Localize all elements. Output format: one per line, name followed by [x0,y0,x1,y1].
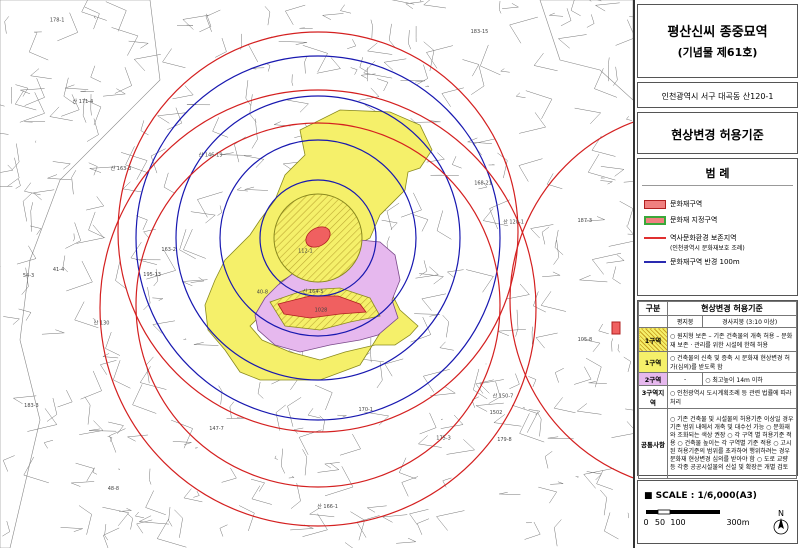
scale-tick-50: 50 [655,518,665,527]
scale-tick-0: 0 [643,518,648,527]
criteria-row-zone1-hatched: 1구역 ○ 원지형 보존 – 기존 건축물의 개축 허용 – 문화재 보존 · … [638,327,797,352]
scale-label: ■ SCALE : 1/6,000(A3) [644,491,757,501]
legend-panel: 평산신씨 종중묘역 (기념물 제61호) 인천광역시 서구 대곡동 산120-1… [633,0,800,548]
parcel-label: 산 163-3 [111,165,132,172]
parcel-label: 183-3 [24,403,39,409]
legend-heading: 범 례 [705,167,730,180]
scale-box: ■ SCALE : 1/6,000(A3) 0 50 100 300m N [637,480,798,544]
parcel-label: 산 164-5 [303,288,324,295]
legend-item-historic-zone: 역사문화환경 보존지역 [644,233,737,243]
parcel-label: 168-21 [474,181,492,187]
cadastral-map: 산 166-1 산 163-3 147-7 1028 산 164-5 산 130 산 120… [0,0,800,552]
parcel-label: 195-13 [143,272,161,278]
designated-area-swatch [644,215,666,225]
address: 인천광역시 서구 대곡동 산120-1 [661,92,774,101]
parcel-label: 산 150-7 [493,392,514,399]
parcel-label: 187-3 [577,218,592,224]
title-line1: 평산신씨 종중묘역 [667,25,768,40]
heritage-area-marker [611,321,621,335]
parcel-label: 179-8 [497,437,512,443]
heritage-area-swatch [644,199,666,209]
criteria-row-zone3: 3구역지역 ○ 인천광역시 도시계획조례 등 관련 법률에 따라 처리 [638,385,797,409]
title-line2: (기념물 제61호) [677,46,758,59]
scale-tick-300: 300m [726,518,749,527]
legend-item-heritage-area: 문화재구역 [644,199,702,209]
parcel-label: 170-1 [358,407,373,413]
parcel-label: 1028 [315,307,328,313]
legend-item-historic-zone-note: (인천광역시 문화재보호 조례) [670,245,745,252]
subtitle: 현상변경 허용기준 [671,128,764,142]
scale-seg-2 [657,509,671,515]
parcel-label: 산 120-1 [503,218,524,225]
svg-text:N: N [778,509,784,518]
scale-tick-100: 100 [670,518,685,527]
criteria-table: 구분 현상변경 허용기준 평지붕 경사지붕 (3:10 이상) 1구역 ○ 원지… [638,301,797,479]
map-canvas[interactable]: 산 166-1 산 163-3 147-7 1028 산 164-5 산 130 산 120… [0,0,800,552]
north-arrow-icon: N [773,509,789,535]
parcel-label: 175-3 [436,436,451,442]
parcel-label: 산 166-1 [317,503,338,510]
parcel-label: 178-1 [50,17,65,23]
parcel-label: 105-8 [578,337,593,343]
parcel-label: 산 146-19 [199,152,223,159]
parcel-label: 147-7 [209,426,224,432]
parcel-label: 163-2 [161,247,176,253]
parcel-label: 48-8 [108,486,119,492]
map-sheet: 산 166-1 산 163-3 147-7 1028 산 164-5 산 130 산 120… [0,0,800,552]
parcel-label: 41-4 [53,267,64,273]
criteria-header-right: 현상변경 허용기준 [667,301,797,316]
buffer-ring-line [644,261,666,263]
legend-box: 범 례 문화재구역 문화재 지정구역 역사문화환경 보존지역 (인천광역시 문화… [637,158,798,296]
criteria-sub-right: 경사지붕 (3:10 이상) [702,315,797,328]
criteria-box: 구분 현상변경 허용기준 평지붕 경사지붕 (3:10 이상) 1구역 ○ 원지… [637,300,798,479]
criteria-sub-left: 평지붕 [666,315,704,328]
parcel-label: 40-8 [257,289,268,295]
scale-seg-1 [646,510,658,514]
criteria-header-left: 구분 [638,301,668,316]
address-box: 인천광역시 서구 대곡동 산120-1 [637,82,798,108]
legend-item-buffer-ring: 문화재구역 반경 100m [644,257,740,267]
scale-seg-3 [670,510,720,514]
criteria-row-common: 공통사항 ○ 기존 건축물 및 시설물의 허용기준 이상일 경우 기존 범위 내… [638,408,797,479]
subtitle-box: 현상변경 허용기준 [637,112,798,154]
criteria-row-zone1: 1구역 ○ 건축물의 신축 및 증축 시 문화재 현상변경 허가(심의)를 받도… [638,351,797,373]
scale-bar: 0 50 100 300m N [643,509,789,535]
legend-item-designated-area: 문화재 지정구역 [644,215,717,225]
parcel-label: 54-3 [23,273,34,279]
parcel-label: 산 171-4 [73,98,94,105]
title-box: 평산신씨 종중묘역 (기념물 제61호) [637,4,798,78]
criteria-row-zone2: 2구역 - ○ 최고높이 14m 이하 [638,372,797,386]
parcel-label: 산 130 [94,320,110,327]
parcel-label: 112-1 [298,248,313,254]
parcel-label: 183-15 [471,29,489,35]
parcel-label: 1502 [490,410,503,416]
historic-zone-line [644,237,666,239]
